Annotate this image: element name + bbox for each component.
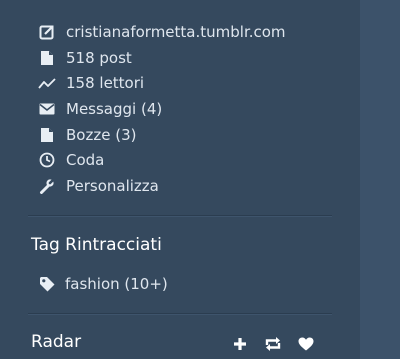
document-icon [38, 49, 56, 67]
menu-item-label: Personalizza [66, 176, 159, 195]
radar-actions [230, 335, 329, 353]
dashboard-edge [360, 0, 400, 359]
menu-item-customize[interactable]: Personalizza [38, 173, 286, 199]
external-link-icon [38, 23, 56, 41]
menu-item-messages[interactable]: Messaggi (4) [38, 96, 286, 122]
tag-icon [38, 275, 56, 293]
blog-menu: cristianaformetta.tumblr.com 518 post 15… [38, 19, 286, 199]
clock-icon [38, 151, 56, 169]
menu-item-posts[interactable]: 518 post [38, 45, 286, 71]
activity-chart-icon [38, 74, 56, 92]
menu-item-queue[interactable]: Coda [38, 147, 286, 173]
section-divider [28, 313, 332, 315]
menu-item-label: 518 post [66, 48, 132, 67]
menu-item-label: 158 lettori [66, 74, 145, 93]
menu-item-label: Bozze (3) [66, 125, 137, 144]
menu-item-drafts[interactable]: Bozze (3) [38, 122, 286, 148]
dashboard-sidebar: cristianaformetta.tumblr.com 518 post 15… [0, 0, 350, 359]
reblog-icon[interactable] [263, 335, 283, 353]
section-divider [28, 215, 332, 217]
menu-item-label: Coda [66, 151, 105, 170]
menu-item-followers[interactable]: 158 lettori [38, 70, 286, 96]
menu-item-label: cristianaformetta.tumblr.com [66, 22, 286, 41]
wrench-icon [38, 177, 56, 195]
envelope-icon [38, 100, 56, 118]
document-icon [38, 126, 56, 144]
tracked-tag-item[interactable]: fashion (10+) [38, 273, 168, 295]
menu-item-blog-url[interactable]: cristianaformetta.tumblr.com [38, 19, 286, 45]
tracked-tag-label: fashion (10+) [65, 275, 168, 293]
menu-item-label: Messaggi (4) [66, 99, 163, 118]
radar-title: Radar [31, 332, 82, 352]
plus-icon[interactable] [230, 335, 250, 353]
heart-icon[interactable] [296, 335, 316, 353]
tracked-tags-title: Tag Rintracciati [31, 235, 162, 255]
